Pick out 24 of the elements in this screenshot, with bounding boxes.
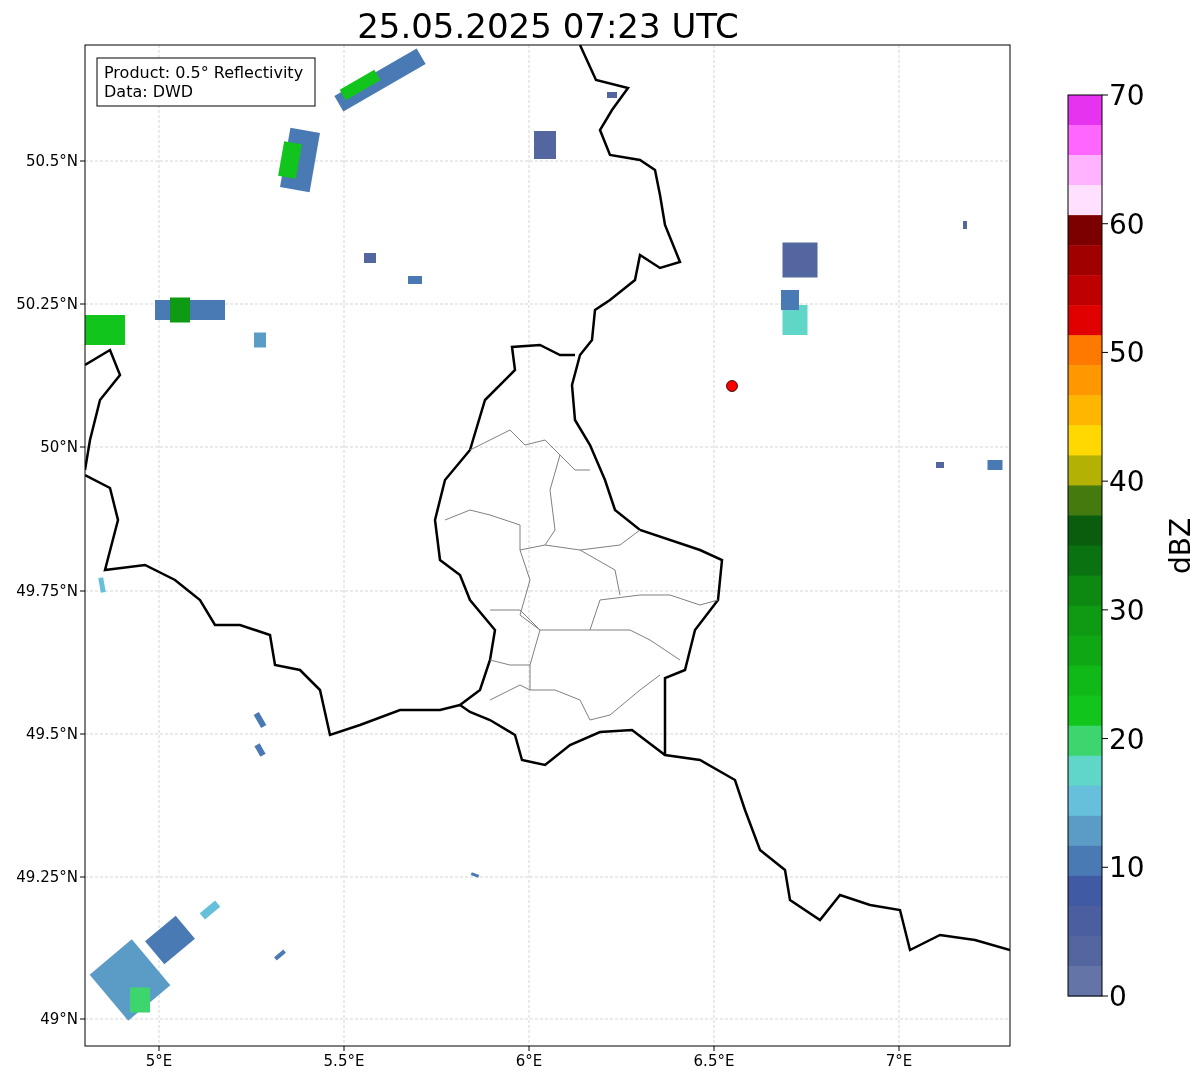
colorbar-tick-label: 0 bbox=[1109, 980, 1127, 1013]
longitude-label: 7°E bbox=[885, 1052, 913, 1070]
longitude-label: 6°E bbox=[515, 1052, 543, 1070]
chart-title: 25.05.2025 07:23 UTC bbox=[357, 6, 739, 46]
latitude-label: 49.75°N bbox=[16, 582, 78, 600]
colorbar-tick-label: 50 bbox=[1109, 336, 1145, 370]
latitude-label: 49°N bbox=[40, 1010, 78, 1028]
longitude-label: 5.5°E bbox=[323, 1052, 365, 1070]
colorbar-label: dBZ bbox=[1164, 517, 1197, 575]
latitude-label: 50.25°N bbox=[16, 295, 78, 313]
colorbar-tick-label: 60 bbox=[1109, 207, 1145, 241]
longitude-label: 6.5°E bbox=[693, 1052, 735, 1070]
colorbar-tick-label: 70 bbox=[1109, 79, 1145, 112]
colorbar-tick-label: 20 bbox=[1109, 722, 1145, 756]
info-text: Product: 0.5° Reflectivity bbox=[104, 63, 304, 82]
info-text: Data: DWD bbox=[104, 82, 194, 101]
colorbar-tick-label: 10 bbox=[1109, 851, 1145, 885]
colorbar-tick-label: 30 bbox=[1109, 593, 1145, 627]
latitude-label: 49.5°N bbox=[25, 725, 78, 743]
colorbar-tick-label: 40 bbox=[1109, 465, 1145, 499]
latitude-label: 50°N bbox=[40, 438, 78, 456]
latitude-label: 50.5°N bbox=[25, 152, 78, 170]
latitude-label: 49.25°N bbox=[16, 868, 78, 886]
longitude-label: 5°E bbox=[145, 1052, 173, 1070]
